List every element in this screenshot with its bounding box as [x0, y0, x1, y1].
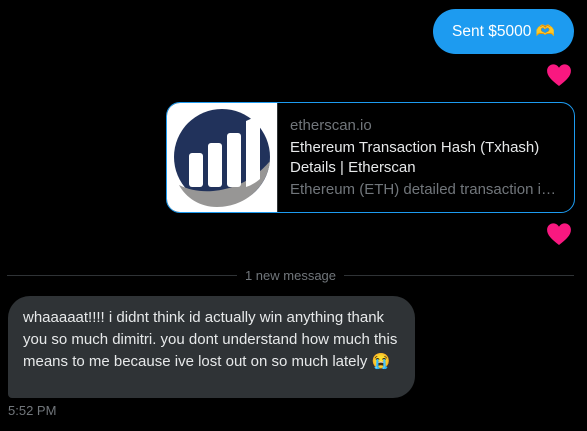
link-domain: etherscan.io: [290, 117, 372, 134]
link-description: Ethereum (ETH) detailed transaction info…: [290, 181, 560, 198]
new-message-divider: 1 new message: [7, 266, 574, 284]
divider-line: [344, 274, 574, 276]
divider-line: [7, 274, 237, 276]
message-timestamp: 5:52 PM: [8, 403, 57, 418]
received-message-bubble[interactable]: whaaaaat!!!! i didnt think id actually w…: [8, 296, 415, 398]
received-message-text: whaaaaat!!!! i didnt think id actually w…: [23, 309, 398, 370]
etherscan-logo-icon: [167, 103, 278, 212]
sent-message-bubble[interactable]: Sent $5000 🫶: [433, 9, 574, 54]
link-title: Ethereum Transaction Hash (Txhash) Detai…: [290, 139, 540, 176]
sent-message-text: Sent $5000 🫶: [452, 23, 555, 40]
heart-icon[interactable]: [546, 63, 572, 87]
divider-label: 1 new message: [244, 267, 337, 283]
heart-icon[interactable]: [546, 222, 572, 246]
link-preview-card[interactable]: etherscan.io Ethereum Transaction Hash (…: [166, 102, 575, 213]
